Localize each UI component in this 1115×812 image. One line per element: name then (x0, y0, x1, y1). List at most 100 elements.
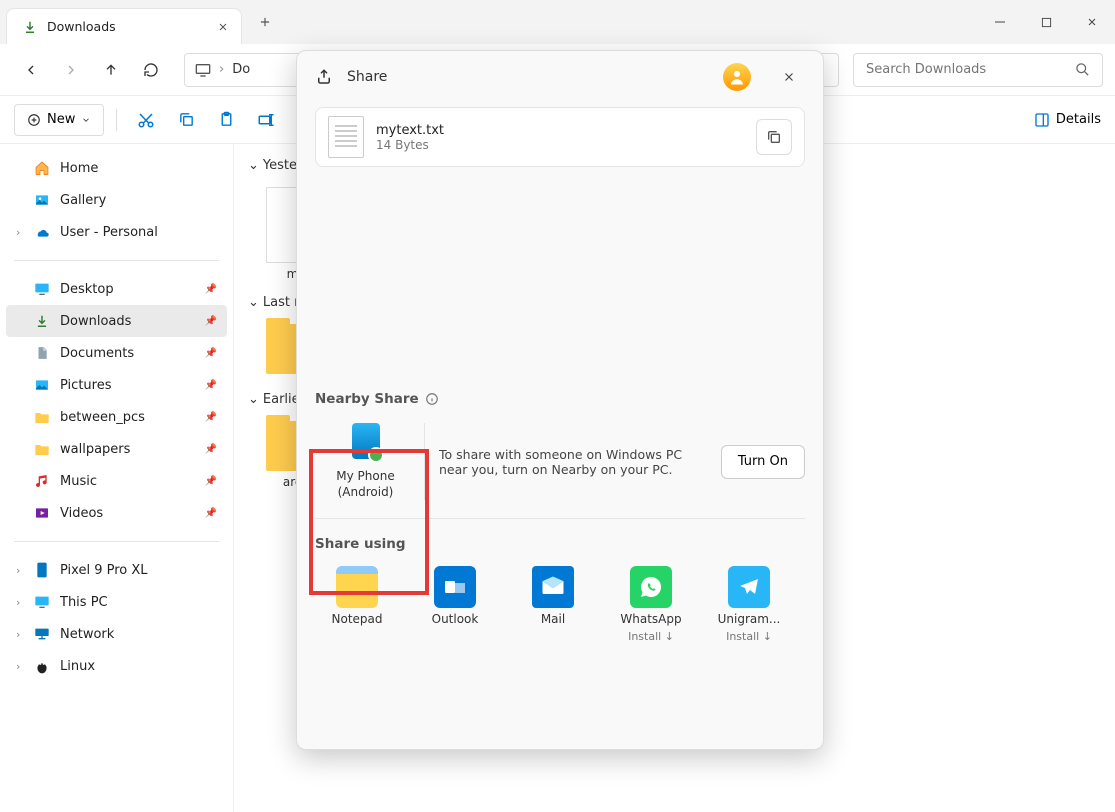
sidebar-item-label: Linux (60, 659, 95, 674)
maximize-button[interactable] (1023, 4, 1069, 40)
phone-icon (352, 423, 380, 459)
sidebar-item-gallery[interactable]: Gallery (6, 184, 227, 216)
avatar[interactable] (723, 63, 751, 91)
sidebar-item-music[interactable]: Music📌 (6, 465, 227, 497)
chevron-down-icon: ⌄ (248, 295, 259, 310)
notepad-icon (336, 566, 378, 608)
sidebar-item-home[interactable]: Home (6, 152, 227, 184)
details-button[interactable]: Details (1034, 112, 1101, 128)
sidebar-item-wallpapers[interactable]: wallpapers📌 (6, 433, 227, 465)
sidebar-item-label: Pictures (60, 378, 111, 393)
sidebar-item-label: Downloads (60, 314, 131, 329)
sidebar-item-label: Home (60, 161, 98, 176)
sidebar-item-label: User - Personal (60, 225, 158, 240)
outlook-icon (434, 566, 476, 608)
nearby-share-title: Nearby Share (315, 391, 419, 407)
sidebar-item-label: This PC (60, 595, 108, 610)
mail-icon (532, 566, 574, 608)
pc-icon (34, 594, 50, 610)
search-icon (1075, 62, 1090, 77)
window-controls (977, 4, 1115, 40)
sidebar-item-linux[interactable]: Linux (6, 650, 227, 682)
turn-on-button[interactable]: Turn On (721, 445, 805, 479)
documents-icon (34, 345, 50, 361)
gallery-icon (34, 192, 50, 208)
sidebar-item-label: Gallery (60, 193, 106, 208)
share-dialog: Share mytext.txt 14 Bytes Nearby Share M… (296, 50, 824, 750)
copy-file-button[interactable] (756, 119, 792, 155)
sidebar-item-label: wallpapers (60, 442, 130, 457)
tab-close-icon[interactable] (217, 21, 229, 33)
breadcrumb-path: Do (232, 62, 250, 77)
device-name: My Phone(Android) (336, 469, 394, 500)
music-icon (34, 473, 50, 489)
sidebar-item-videos[interactable]: Videos📌 (6, 497, 227, 529)
nearby-message: To share with someone on Windows PC near… (425, 423, 721, 500)
breadcrumb-separator: › (219, 62, 224, 77)
share-file-card: mytext.txt 14 Bytes (315, 107, 805, 167)
share-body: Nearby Share My Phone(Android) To share … (297, 171, 823, 749)
sidebar-item-user---personal[interactable]: User - Personal (6, 216, 227, 248)
sidebar-item-label: Network (60, 627, 114, 642)
linux-icon (34, 658, 50, 674)
plus-circle-icon (27, 113, 41, 127)
minimize-button[interactable] (977, 4, 1023, 40)
app-mail[interactable]: Mail (507, 566, 599, 643)
download-icon (34, 313, 50, 329)
pin-icon: 📌 (205, 380, 217, 391)
file-size: 14 Bytes (376, 138, 444, 152)
close-dialog-button[interactable] (773, 61, 805, 93)
divider (116, 109, 117, 131)
search-box[interactable] (853, 53, 1103, 87)
new-label: New (47, 112, 75, 127)
tab-downloads[interactable]: Downloads (6, 8, 242, 44)
new-button[interactable]: New (14, 104, 104, 136)
network-icon (34, 626, 50, 642)
sidebar-item-pixel-9-pro-xl[interactable]: Pixel 9 Pro XL (6, 554, 227, 586)
nearby-share-header: Nearby Share (297, 391, 823, 407)
sidebar-item-label: Pixel 9 Pro XL (60, 563, 148, 578)
refresh-button[interactable] (132, 52, 170, 88)
copy-button[interactable] (169, 103, 203, 137)
nearby-device[interactable]: My Phone(Android) (315, 423, 425, 500)
sidebar-item-downloads[interactable]: Downloads📌 (6, 305, 227, 337)
sidebar-item-label: Documents (60, 346, 134, 361)
sidebar-item-between_pcs[interactable]: between_pcs📌 (6, 401, 227, 433)
forward-button[interactable] (52, 52, 90, 88)
up-button[interactable] (92, 52, 130, 88)
sidebar-item-network[interactable]: Network (6, 618, 227, 650)
cut-button[interactable] (129, 103, 163, 137)
titlebar: Downloads (0, 0, 1115, 44)
spacer (297, 171, 823, 391)
share-title: Share (347, 69, 387, 85)
pc-icon (195, 63, 211, 77)
paste-button[interactable] (209, 103, 243, 137)
search-input[interactable] (866, 62, 1075, 77)
app-unigram[interactable]: Unigram... Install ↓ (703, 566, 795, 643)
pin-icon: 📌 (205, 348, 217, 359)
share-icon (315, 68, 333, 86)
sidebar-item-documents[interactable]: Documents 📌 (6, 337, 227, 369)
pin-icon: 📌 (205, 412, 217, 423)
videos-icon (34, 505, 50, 521)
app-outlook[interactable]: Outlook (409, 566, 501, 643)
sidebar: HomeGalleryUser - PersonalDesktop📌Downlo… (0, 144, 234, 812)
app-whatsapp[interactable]: WhatsApp Install ↓ (605, 566, 697, 643)
sidebar-item-this-pc[interactable]: This PC (6, 586, 227, 618)
desktop-icon (34, 281, 50, 297)
sidebar-item-desktop[interactable]: Desktop📌 (6, 273, 227, 305)
tab-title: Downloads (47, 19, 217, 34)
sidebar-item-pictures[interactable]: Pictures 📌 (6, 369, 227, 401)
new-tab-button[interactable] (248, 5, 282, 39)
back-button[interactable] (12, 52, 50, 88)
phone-icon (34, 562, 50, 578)
download-icon (23, 20, 37, 34)
chevron-down-icon (81, 115, 91, 125)
pin-icon: 📌 (205, 476, 217, 487)
app-notepad[interactable]: Notepad (311, 566, 403, 643)
close-button[interactable] (1069, 4, 1115, 40)
rename-button[interactable] (249, 103, 283, 137)
info-icon[interactable] (425, 392, 439, 406)
whatsapp-icon (630, 566, 672, 608)
chevron-down-icon: ⌄ (248, 158, 259, 173)
